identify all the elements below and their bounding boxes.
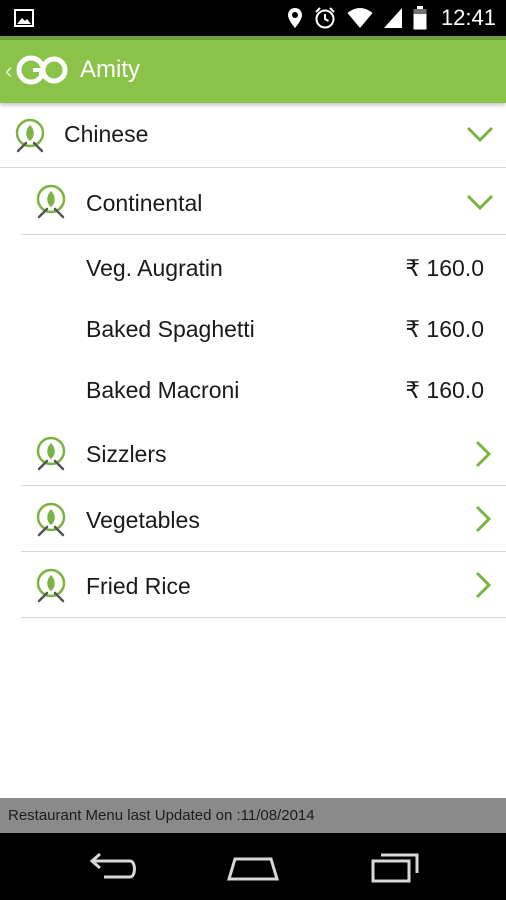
item-name: Baked Spaghetti bbox=[86, 315, 255, 342]
subcategory-continental[interactable]: Continental bbox=[0, 168, 506, 234]
subcategory-vegetables[interactable]: Vegetables bbox=[0, 486, 506, 551]
app-header: ‹ Amity bbox=[0, 36, 506, 103]
chevron-down-icon[interactable] bbox=[466, 193, 494, 211]
subcategory-label: Fried Rice bbox=[86, 573, 191, 599]
food-icon bbox=[36, 184, 66, 219]
subcategory-label: Continental bbox=[86, 190, 203, 216]
location-icon bbox=[287, 8, 302, 28]
item-price: ₹ 160.0 bbox=[405, 376, 484, 403]
subcategory-sizzlers[interactable]: Sizzlers bbox=[0, 421, 506, 485]
divider bbox=[21, 617, 506, 618]
signal-icon bbox=[383, 8, 402, 28]
status-bar: 12:41 bbox=[0, 0, 506, 36]
food-icon bbox=[36, 436, 66, 471]
category-chinese[interactable]: Chinese bbox=[0, 103, 506, 167]
back-icon[interactable] bbox=[82, 849, 142, 885]
battery-icon bbox=[413, 6, 427, 30]
navigation-bar bbox=[0, 833, 506, 900]
subcategory-label: Vegetables bbox=[86, 507, 200, 533]
back-chevron-icon[interactable]: ‹ bbox=[5, 58, 12, 84]
chevron-right-icon[interactable] bbox=[474, 505, 492, 533]
subcategory-fried-rice[interactable]: Fried Rice bbox=[0, 552, 506, 617]
category-label: Chinese bbox=[64, 121, 149, 147]
chevron-right-icon[interactable] bbox=[474, 440, 492, 468]
item-price: ₹ 160.0 bbox=[405, 315, 484, 342]
item-name: Veg. Augratin bbox=[86, 254, 223, 281]
wifi-icon bbox=[347, 8, 373, 28]
menu-item[interactable]: Veg. Augratin ₹ 160.0 bbox=[86, 237, 484, 299]
chevron-down-icon[interactable] bbox=[466, 125, 494, 143]
menu-item[interactable]: Baked Spaghetti ₹ 160.0 bbox=[86, 298, 484, 360]
menu-item[interactable]: Baked Macroni ₹ 160.0 bbox=[86, 359, 484, 421]
subcategory-label: Sizzlers bbox=[86, 441, 167, 467]
last-updated-note: Restaurant Menu last Updated on :11/08/2… bbox=[0, 798, 506, 833]
food-icon bbox=[36, 502, 66, 537]
item-price: ₹ 160.0 bbox=[405, 254, 484, 281]
go-logo[interactable] bbox=[16, 52, 68, 88]
item-name: Baked Macroni bbox=[86, 376, 240, 403]
food-icon bbox=[36, 568, 66, 603]
divider bbox=[21, 234, 506, 235]
home-icon[interactable] bbox=[223, 849, 283, 885]
gallery-icon bbox=[14, 9, 34, 27]
page-title: Amity bbox=[80, 56, 140, 83]
food-icon bbox=[15, 118, 45, 153]
status-time: 12:41 bbox=[440, 5, 496, 30]
chevron-right-icon[interactable] bbox=[474, 571, 492, 599]
alarm-icon bbox=[315, 7, 335, 29]
recent-apps-icon[interactable] bbox=[365, 849, 425, 885]
